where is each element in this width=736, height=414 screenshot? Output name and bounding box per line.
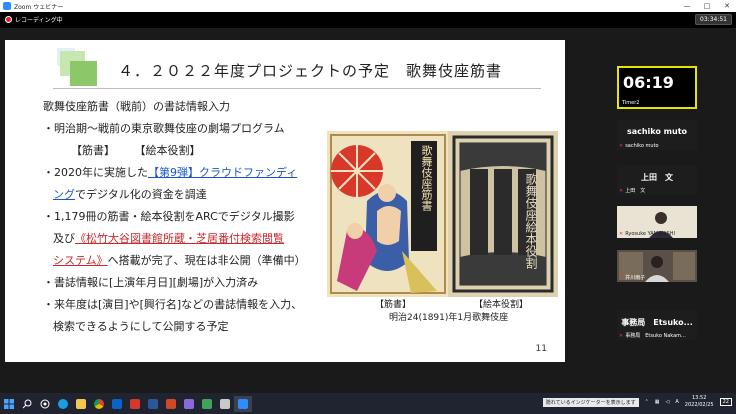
taskbar-clock[interactable]: 13:52 2022/02/25 [685,395,714,409]
body-line: システム》へ搭載が完了、現在は非公開（準備中） [43,250,343,272]
maximize-button[interactable]: □ [702,2,712,10]
explorer-icon[interactable] [72,396,90,412]
search-system-link[interactable]: システム》 [53,254,108,267]
timer-value: 06:19 [623,73,674,92]
ime-icon[interactable]: A [675,399,678,405]
tray-notice[interactable]: 隠れているインジケーターを表示します [542,397,639,407]
participant-label: ✕ 井川雨子 [619,274,645,281]
participant-small-name: 井川雨子 [625,275,646,281]
clock-date: 2022/02/25 [684,402,714,408]
body-text: へ搭載が完了、現在は非公開（準備中） [107,254,306,267]
slide-decoration [70,61,97,86]
body-text: でデジタル化の資金を調達 [75,188,207,201]
participant-tile[interactable]: 事務局 Etsuko... ✕ 事務局 Etsuko Nakam... [617,310,697,340]
mic-muted-icon: ✕ [619,187,624,194]
participant-label: ✕ sachiko muto [619,143,659,149]
participant-tile[interactable]: 上田 文 ✕ 上田 文 [617,165,697,195]
chrome-icon[interactable] [90,396,108,412]
recording-icon [5,16,12,23]
body-line: ・明治期～戦前の東京歌舞伎座の劇場プログラム [43,122,285,135]
image-title-text: 歌舞伎座筋書 [420,145,433,211]
crowdfunding-link[interactable]: 【第9弾】クラウドファンディ [148,166,297,179]
search-system-link[interactable]: 《松竹大谷図書館所蔵・芝居番付検索閲覧 [75,232,284,245]
participant-label: ✕ 事務局 Etsuko Nakam... [619,332,686,340]
edge-icon[interactable] [54,396,72,412]
body-text: 及び [53,232,75,245]
search-icon[interactable] [18,396,36,412]
network-icon[interactable]: ▦ [655,399,660,405]
caption-sujigaki: 【筋書】 [375,300,412,310]
close-button[interactable]: ✕ [722,2,732,10]
body-line: ・1,179冊の筋書・絵本役割をARCでデジタル撮影 [43,210,295,223]
body-line: 及び《松竹大谷図書館所蔵・芝居番付検索閲覧 [43,228,343,250]
image-title-text: 歌舞伎座絵本役割 [524,173,538,269]
app-icon[interactable] [198,396,216,412]
chevron-up-icon[interactable]: ⌃ [645,399,649,405]
body-text: ・2020年に実施した [43,166,148,179]
participant-name: 上田 文 [641,173,673,182]
label-sujigaki: 【筋書】 [71,144,115,157]
notification-center-icon[interactable]: 22 [719,398,732,406]
acrobat-icon[interactable] [126,396,144,412]
windows-taskbar: 隠れているインジケーターを表示します ⌃ ▦ ◁ A 13:52 2022/02… [0,393,736,414]
zoom-icon [3,2,11,10]
powerpoint-icon[interactable] [162,396,180,412]
minimize-button[interactable]: — [682,2,692,10]
app-icon[interactable] [216,396,234,412]
slide-body: 歌舞伎座筋書（戦前）の書誌情報入力 ・明治期～戦前の東京歌舞伎座の劇場プログラム… [43,96,343,338]
word-icon[interactable] [144,396,162,412]
mic-muted-icon: ✕ [619,143,624,149]
task-view-icon[interactable] [36,396,54,412]
timer-tile[interactable]: 06:19 Timer2 [617,66,697,109]
mic-muted-icon: ✕ [619,274,624,280]
sujigaki-image: 歌舞伎座筋書 [327,131,449,297]
window-titlebar: Zoom ウェビナー — □ ✕ [0,0,736,12]
ehon-yakuwari-image: 歌舞伎座絵本役割 [448,131,558,297]
participant-video-tile[interactable]: ✕ 井川雨子 [617,250,697,282]
caption-date: 明治24(1891)年1月歌舞伎座 [389,313,509,323]
window-title: Zoom ウェビナー [14,3,64,11]
participant-small-name: 事務局 Etsuko Nakam... [625,333,686,339]
app-icon[interactable] [180,396,198,412]
participant-tile[interactable]: sachiko muto ✕ sachiko muto [617,120,697,150]
body-line: 検索できるようにして公開する予定 [53,320,229,333]
zoom-taskbar-icon[interactable] [234,395,252,412]
shared-slide: ４．２０２２年度プロジェクトの予定 歌舞伎座筋書 歌舞伎座筋書（戦前）の書誌情報… [5,40,565,362]
participant-video-tile[interactable]: ✕ Ryosuke YAMANISHI [617,206,697,238]
start-icon[interactable] [0,396,18,412]
body-line: ングでデジタル化の資金を調達 [43,184,343,206]
crowdfunding-link[interactable]: ング [53,188,75,201]
body-line: ・書誌情報に[上演年月日][劇場]が入力済み [43,276,259,289]
volume-icon[interactable]: ◁ [666,399,670,405]
elapsed-time: 03:34:51 [695,14,732,25]
title-divider [53,88,541,89]
participant-small-name: 上田 文 [625,188,646,194]
body-line: ・2020年に実施した【第9弾】クラウドファンディ [43,162,343,184]
participant-name: 事務局 Etsuko... [621,318,693,327]
participant-label: ✕ 上田 文 [619,187,646,195]
mic-muted-icon: ✕ [619,332,624,339]
caption-ehon-yakuwari: 【絵本役割】 [474,300,529,310]
participant-name: sachiko muto [626,127,688,136]
participant-label: ✕ Ryosuke YAMANISHI [619,231,675,237]
label-ehon-yakuwari: 【絵本役割】 [134,144,201,157]
recording-label: レコーディング中 [15,17,63,24]
body-line: 歌舞伎座筋書（戦前）の書誌情報入力 [43,100,230,113]
body-line: ・来年度は[演目]や[興行名]などの書誌情報を入力、 [43,298,303,311]
recording-indicator[interactable]: レコーディング中 [5,15,63,24]
page-number: 11 [535,344,547,354]
slide-title: ４．２０２２年度プロジェクトの予定 歌舞伎座筋書 [118,62,503,80]
outlook-icon[interactable] [108,396,126,412]
participant-small-name: Ryosuke YAMANISHI [625,231,676,237]
system-tray: 隠れているインジケーターを表示します ⌃ ▦ ◁ A 13:52 2022/02… [542,395,732,409]
body-line: 【筋書】 【絵本役割】 [43,140,343,162]
meeting-topbar: レコーディング中 03:34:51 [0,12,736,28]
participant-small-name: sachiko muto [625,143,659,149]
timer-label: Timer2 [622,100,640,106]
mic-muted-icon: ✕ [619,231,624,237]
clock-time: 13:52 [692,395,707,401]
window-controls: — □ ✕ [682,0,732,12]
